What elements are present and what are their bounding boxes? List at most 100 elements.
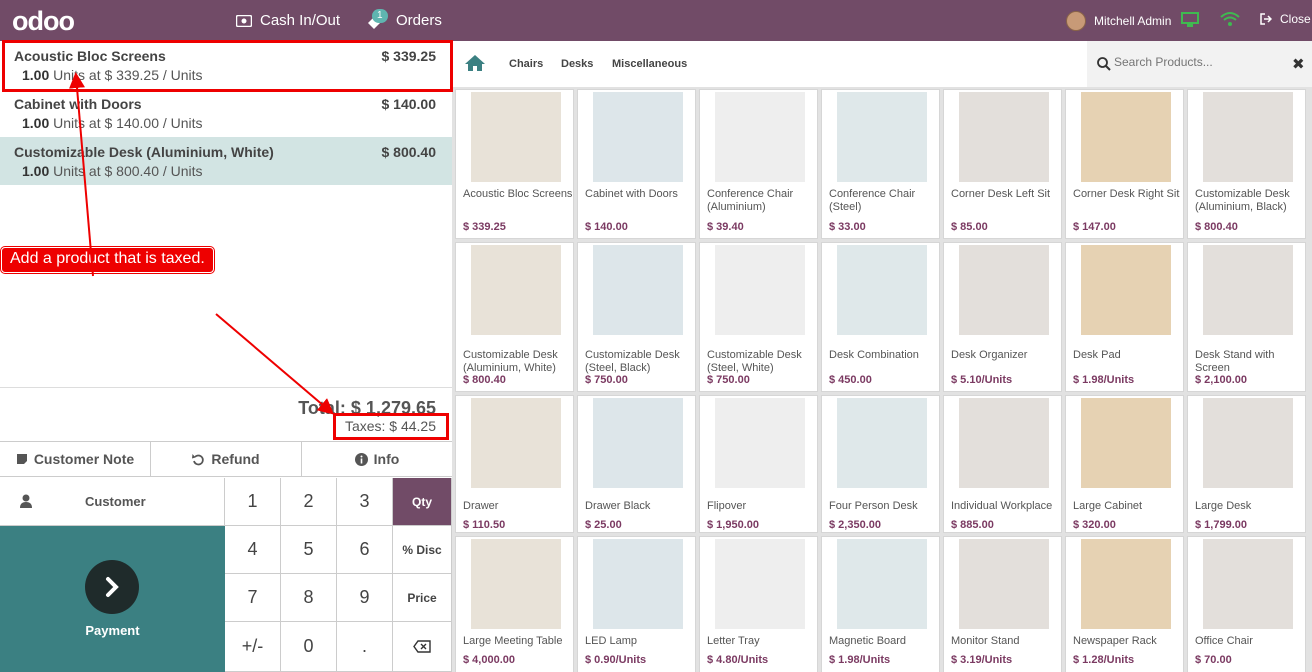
product-card[interactable]: Acoustic Bloc Screens $ 339.25: [455, 89, 574, 239]
category-desks[interactable]: Desks: [561, 58, 593, 70]
numpad-key-decimal[interactable]: .: [337, 622, 393, 672]
payment-button[interactable]: Payment: [0, 526, 225, 672]
product-price: $ 25.00: [585, 519, 622, 531]
product-card[interactable]: Customizable Desk (Steel, Black) $ 750.00: [577, 242, 696, 392]
numpad-key-1[interactable]: 1: [225, 478, 281, 526]
product-name: LED Lamp: [585, 635, 637, 647]
numpad-key-2[interactable]: 2: [281, 478, 337, 526]
product-name: Monitor Stand: [951, 635, 1020, 647]
product-image: [1203, 245, 1293, 335]
product-card[interactable]: Customizable Desk (Aluminium, White) $ 80…: [455, 242, 574, 392]
product-card[interactable]: Conference Chair (Aluminium) $ 39.40: [699, 89, 818, 239]
numpad-key-9[interactable]: 9: [337, 574, 393, 622]
monitor-icon[interactable]: [1181, 12, 1199, 33]
product-card[interactable]: Desk Pad $ 1.98/Units: [1065, 242, 1184, 392]
product-name: Large Meeting Table: [463, 635, 563, 647]
product-card[interactable]: Corner Desk Left Sit $ 85.00: [943, 89, 1062, 239]
product-card[interactable]: Drawer $ 110.50: [455, 395, 574, 533]
product-card[interactable]: Large Desk $ 1,799.00: [1187, 395, 1306, 533]
product-card[interactable]: Cabinet with Doors $ 140.00: [577, 89, 696, 239]
product-card[interactable]: Drawer Black $ 25.00: [577, 395, 696, 533]
info-label: Info: [373, 451, 400, 467]
product-card[interactable]: Letter Tray $ 4.80/Units: [699, 536, 818, 672]
numpad-key-8[interactable]: 8: [281, 574, 337, 622]
product-card[interactable]: Large Meeting Table $ 4,000.00: [455, 536, 574, 672]
discount-mode-button[interactable]: % Disc: [393, 526, 452, 574]
product-image: [715, 92, 805, 182]
product-price: $ 1,950.00: [707, 519, 759, 531]
backspace-button[interactable]: [393, 622, 452, 672]
refund-button[interactable]: Refund: [151, 442, 302, 476]
product-card[interactable]: Customizable Desk (Aluminium, Black) $ 80…: [1187, 89, 1306, 239]
info-button[interactable]: Info: [302, 442, 452, 476]
product-card[interactable]: Large Cabinet $ 320.00: [1065, 395, 1184, 533]
product-price: $ 1,799.00: [1195, 519, 1247, 531]
product-card[interactable]: Corner Desk Right Sit $ 147.00: [1065, 89, 1184, 239]
product-image: [837, 245, 927, 335]
category-miscellaneous[interactable]: Miscellaneous: [612, 58, 687, 70]
product-card[interactable]: Monitor Stand $ 3.19/Units: [943, 536, 1062, 672]
close-button[interactable]: Close: [1260, 12, 1311, 26]
qty-mode-button[interactable]: Qty: [393, 478, 452, 526]
product-price: $ 1.98/Units: [1073, 374, 1135, 386]
product-card[interactable]: Desk Stand with Screen $ 2,100.00: [1187, 242, 1306, 392]
product-card[interactable]: Four Person Desk $ 2,350.00: [821, 395, 940, 533]
close-label: Close: [1280, 12, 1311, 26]
product-price: $ 2,350.00: [829, 519, 881, 531]
category-chairs[interactable]: Chairs: [509, 58, 543, 70]
product-card[interactable]: Magnetic Board $ 1.98/Units: [821, 536, 940, 672]
product-price: $ 140.00: [585, 221, 628, 233]
wifi-icon[interactable]: [1220, 11, 1240, 32]
avatar: [1066, 11, 1086, 31]
product-price: $ 0.90/Units: [585, 654, 647, 666]
product-name: Conference Chair (Aluminium): [707, 188, 794, 213]
user-name: Mitchell Admin: [1094, 14, 1172, 28]
numpad-key-6[interactable]: 6: [337, 526, 393, 574]
customer-note-label: Customer Note: [33, 451, 135, 467]
product-price: $ 800.40: [1195, 221, 1238, 233]
user-icon: [20, 494, 32, 508]
product-card[interactable]: Desk Organizer $ 5.10/Units: [943, 242, 1062, 392]
clear-search-icon[interactable]: ✖: [1292, 55, 1305, 73]
product-card[interactable]: Customizable Desk (Steel, White) $ 750.00: [699, 242, 818, 392]
product-price: $ 70.00: [1195, 654, 1232, 666]
product-name: Customizable Desk (Steel, White): [707, 349, 802, 374]
product-card[interactable]: Office Chair $ 70.00: [1187, 536, 1306, 672]
product-name: Flipover: [707, 500, 747, 512]
product-card[interactable]: Flipover $ 1,950.00: [699, 395, 818, 533]
product-card[interactable]: Conference Chair (Steel) $ 33.00: [821, 89, 940, 239]
product-name: Customizable Desk (Steel, Black): [585, 349, 680, 374]
product-card[interactable]: LED Lamp $ 0.90/Units: [577, 536, 696, 672]
product-image: [715, 245, 805, 335]
product-card[interactable]: Individual Workplace $ 885.00: [943, 395, 1062, 533]
numpad-key-5[interactable]: 5: [281, 526, 337, 574]
backspace-icon: [413, 640, 431, 653]
numpad-key-3[interactable]: 3: [337, 478, 393, 526]
numpad-key-4[interactable]: 4: [225, 526, 281, 574]
product-image: [1081, 92, 1171, 182]
product-name: Conference Chair (Steel): [829, 188, 916, 213]
numpad-key-0[interactable]: 0: [281, 622, 337, 672]
product-image: [593, 245, 683, 335]
price-mode-button[interactable]: Price: [393, 574, 452, 622]
user-menu[interactable]: Mitchell Admin: [1066, 11, 1171, 31]
product-search: ✖: [1087, 41, 1312, 87]
customer-note-button[interactable]: Customer Note: [0, 442, 151, 476]
numpad-key-plus-minus[interactable]: +/-: [225, 622, 281, 672]
numpad-key-7[interactable]: 7: [225, 574, 281, 622]
product-price: $ 750.00: [707, 374, 750, 386]
product-card[interactable]: Newspaper Rack $ 1.28/Units: [1065, 536, 1184, 672]
refund-label: Refund: [211, 451, 260, 467]
product-image: [593, 398, 683, 488]
customer-button[interactable]: Customer: [0, 478, 225, 526]
product-image: [471, 92, 561, 182]
product-name: Individual Workplace: [951, 500, 1053, 512]
product-price: $ 800.40: [463, 374, 506, 386]
search-input[interactable]: [1114, 55, 1284, 69]
control-buttons: Customer Note Refund Info: [0, 441, 452, 477]
product-price: $ 320.00: [1073, 519, 1116, 531]
numpad-area: Customer Payment 1 2 3 Qty 4 5 6 % Disc …: [0, 478, 452, 672]
product-image: [1203, 92, 1293, 182]
home-icon[interactable]: [464, 54, 486, 77]
product-card[interactable]: Desk Combination $ 450.00: [821, 242, 940, 392]
